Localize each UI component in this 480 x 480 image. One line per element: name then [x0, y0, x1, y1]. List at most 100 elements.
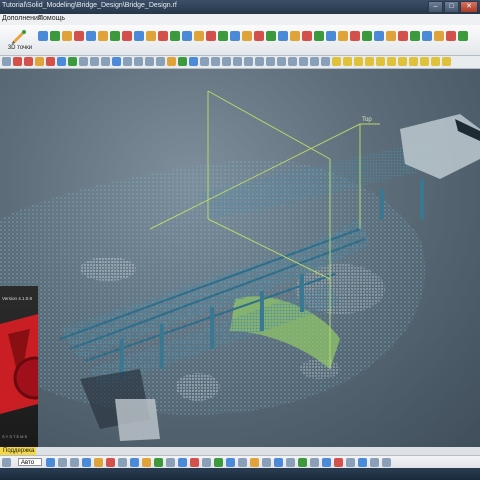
status-tool-icon[interactable] [250, 458, 259, 467]
status-tool-icon[interactable] [190, 458, 199, 467]
toolbar-icon[interactable] [98, 31, 108, 41]
status-tool-icon[interactable] [130, 458, 139, 467]
toolbar-icon[interactable] [170, 31, 180, 41]
layer-icon[interactable] [387, 57, 396, 66]
layer-icon[interactable] [354, 57, 363, 66]
status-tool-icon[interactable] [82, 458, 91, 467]
zoom-icon[interactable] [2, 57, 11, 66]
render-icon[interactable] [178, 57, 187, 66]
status-tool-icon[interactable] [178, 458, 187, 467]
toolbar-icon[interactable] [146, 31, 156, 41]
cube-icon[interactable] [79, 57, 88, 66]
toolbar-icon[interactable] [290, 31, 300, 41]
layer-icon[interactable] [343, 57, 352, 66]
toolbar-icon[interactable] [266, 31, 276, 41]
toolbar-icon[interactable] [422, 31, 432, 41]
menu-item-help[interactable]: Помощь [38, 15, 65, 22]
status-tool-icon[interactable] [274, 458, 283, 467]
cube-icon[interactable] [134, 57, 143, 66]
toolbar-icon[interactable] [134, 31, 144, 41]
status-tool-icon[interactable] [142, 458, 151, 467]
render-icon[interactable] [310, 57, 319, 66]
rotate-icon[interactable] [24, 57, 33, 66]
render-icon[interactable] [222, 57, 231, 66]
status-tool-icon[interactable] [370, 458, 379, 467]
render-icon[interactable] [266, 57, 275, 66]
toolbar-icon[interactable] [338, 31, 348, 41]
status-tool-icon[interactable] [298, 458, 307, 467]
toolbar-icon[interactable] [194, 31, 204, 41]
layer-icon[interactable] [332, 57, 341, 66]
3d-viewport[interactable]: Top [0, 69, 480, 447]
status-tool-icon[interactable] [310, 458, 319, 467]
toolbar-icon[interactable] [398, 31, 408, 41]
status-tool-icon[interactable] [286, 458, 295, 467]
status-tool-icon[interactable] [94, 458, 103, 467]
cube-icon[interactable] [156, 57, 165, 66]
view-icon[interactable] [35, 57, 44, 66]
toolbar-icon[interactable] [302, 31, 312, 41]
toolbar-icon[interactable] [326, 31, 336, 41]
toolbar-icon[interactable] [362, 31, 372, 41]
render-icon[interactable] [288, 57, 297, 66]
status-tool-icon[interactable] [238, 458, 247, 467]
status-tool-icon[interactable] [334, 458, 343, 467]
layer-icon[interactable] [442, 57, 451, 66]
toolbar-icon[interactable] [50, 31, 60, 41]
cube-icon[interactable] [90, 57, 99, 66]
status-tool-icon[interactable] [346, 458, 355, 467]
status-tool-icon[interactable] [106, 458, 115, 467]
view-icon[interactable] [46, 57, 55, 66]
status-tool-icon[interactable] [154, 458, 163, 467]
pan-icon[interactable] [13, 57, 22, 66]
render-icon[interactable] [167, 57, 176, 66]
toolbar-icon[interactable] [218, 31, 228, 41]
view-icon[interactable] [57, 57, 66, 66]
render-icon[interactable] [277, 57, 286, 66]
close-button[interactable]: ✕ [460, 1, 478, 13]
cube-icon[interactable] [112, 57, 121, 66]
render-icon[interactable] [299, 57, 308, 66]
minimize-button[interactable]: – [428, 1, 443, 13]
status-tool-icon[interactable] [382, 458, 391, 467]
toolbar-icon[interactable] [122, 31, 132, 41]
toolbar-icon[interactable] [410, 31, 420, 41]
toolbar-icon[interactable] [230, 31, 240, 41]
render-icon[interactable] [211, 57, 220, 66]
view-icon[interactable] [68, 57, 77, 66]
toolbar-icon[interactable] [38, 31, 48, 41]
toolbar-icon[interactable] [374, 31, 384, 41]
cube-icon[interactable] [145, 57, 154, 66]
render-icon[interactable] [244, 57, 253, 66]
toolbar-icon[interactable] [86, 31, 96, 41]
toolbar-icon[interactable] [182, 31, 192, 41]
status-tool-icon[interactable] [226, 458, 235, 467]
layer-icon[interactable] [365, 57, 374, 66]
status-tool-icon[interactable] [202, 458, 211, 467]
cube-icon[interactable] [101, 57, 110, 66]
3d-points-tool[interactable]: 3D точки [4, 27, 34, 53]
toolbar-icon[interactable] [446, 31, 456, 41]
status-tool-icon[interactable] [58, 458, 67, 467]
render-icon[interactable] [321, 57, 330, 66]
toolbar-icon[interactable] [458, 31, 468, 41]
status-tool-icon[interactable] [118, 458, 127, 467]
toolbar-icon[interactable] [74, 31, 84, 41]
toolbar-icon[interactable] [386, 31, 396, 41]
toolbar-icon[interactable] [242, 31, 252, 41]
status-tool-icon[interactable] [70, 458, 79, 467]
status-tool-icon[interactable] [214, 458, 223, 467]
toolbar-icon[interactable] [110, 31, 120, 41]
layer-icon[interactable] [376, 57, 385, 66]
render-icon[interactable] [189, 57, 198, 66]
layer-icon[interactable] [431, 57, 440, 66]
toolbar-icon[interactable] [206, 31, 216, 41]
tab-support[interactable]: Поддержка [0, 447, 36, 455]
toolbar-icon[interactable] [62, 31, 72, 41]
status-tool-icon[interactable] [262, 458, 271, 467]
toolbar-icon[interactable] [350, 31, 360, 41]
render-icon[interactable] [233, 57, 242, 66]
maximize-button[interactable]: □ [444, 1, 459, 13]
status-tool-icon[interactable] [358, 458, 367, 467]
toolbar-icon[interactable] [254, 31, 264, 41]
